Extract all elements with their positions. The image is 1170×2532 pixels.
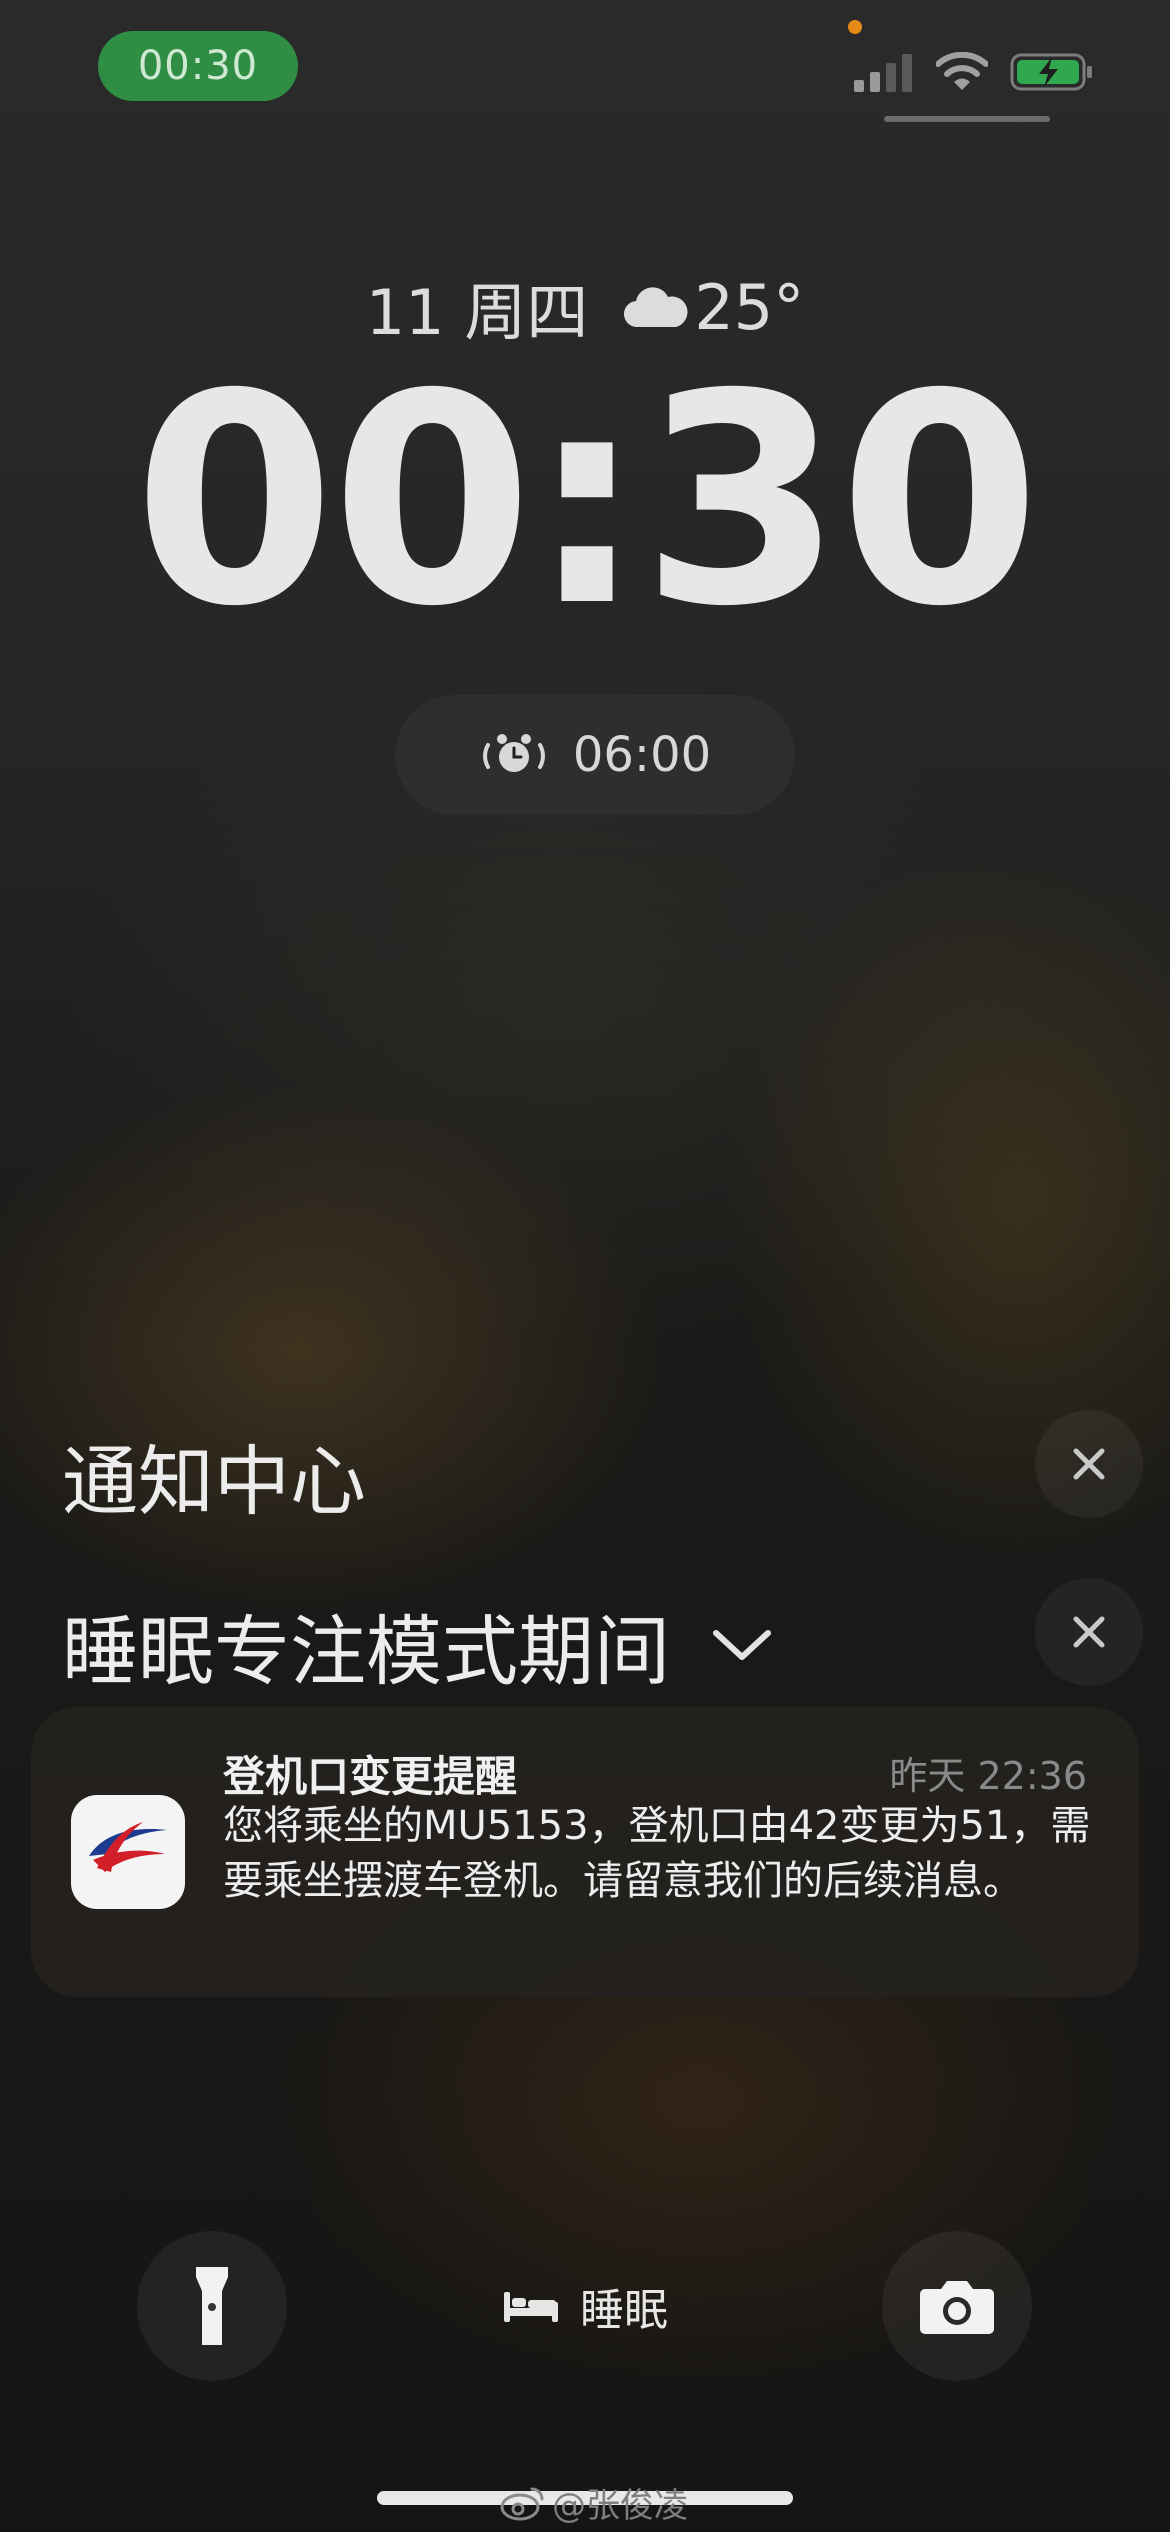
notification-center-title: 通知中心 (62, 1437, 366, 1526)
bed-icon (504, 2292, 558, 2322)
battery-charging-icon (1010, 53, 1092, 91)
lock-screen-clock: 00:30 (133, 333, 1040, 670)
sleep-focus-label: 睡眠 (580, 2285, 668, 2336)
status-time: 00:30 (137, 43, 259, 89)
wifi-icon (936, 52, 988, 90)
privacy-indicator-dot (848, 20, 862, 34)
close-icon (1073, 1616, 1105, 1648)
clear-notifications-button[interactable] (1035, 1410, 1143, 1518)
status-icons (852, 52, 1094, 92)
notification-body: 您将乘坐的MU5153，登机口由42变更为51，需要乘坐摆渡车登机。请留意我们的… (223, 1803, 1091, 1904)
alarm-widget[interactable]: 06:00 (395, 695, 795, 815)
china-eastern-logo-icon (89, 1822, 167, 1872)
camera-icon (920, 2281, 994, 2334)
clear-focus-group-button[interactable] (1035, 1578, 1143, 1686)
notification-title: 登机口变更提醒 (223, 1752, 518, 1801)
alarm-clock-icon (482, 734, 545, 772)
chevron-down-icon[interactable] (712, 1627, 772, 1663)
watermark-text: @张俊凌 (552, 2486, 688, 2526)
notification-time: 昨天 22:36 (889, 1754, 1087, 1798)
status-time-pill[interactable]: 00:30 (98, 31, 298, 101)
focus-group-title: 睡眠专注模式期间 (62, 1607, 670, 1696)
watermark: @张俊凌 (500, 2478, 688, 2527)
dynamic-island-line (884, 116, 1050, 122)
weibo-icon (500, 2487, 544, 2520)
focus-group-header[interactable]: 睡眠专注模式期间 (62, 1590, 772, 1700)
close-icon (1073, 1448, 1105, 1480)
cloud-icon (624, 287, 688, 328)
cellular-signal-icon (854, 54, 912, 92)
app-icon (71, 1795, 185, 1909)
alarm-time: 06:00 (572, 727, 712, 783)
notification-card[interactable]: 登机口变更提醒 昨天 22:36 您将乘坐的MU5153，登机口由42变更为51… (31, 1707, 1139, 1997)
camera-button[interactable] (882, 2231, 1032, 2381)
